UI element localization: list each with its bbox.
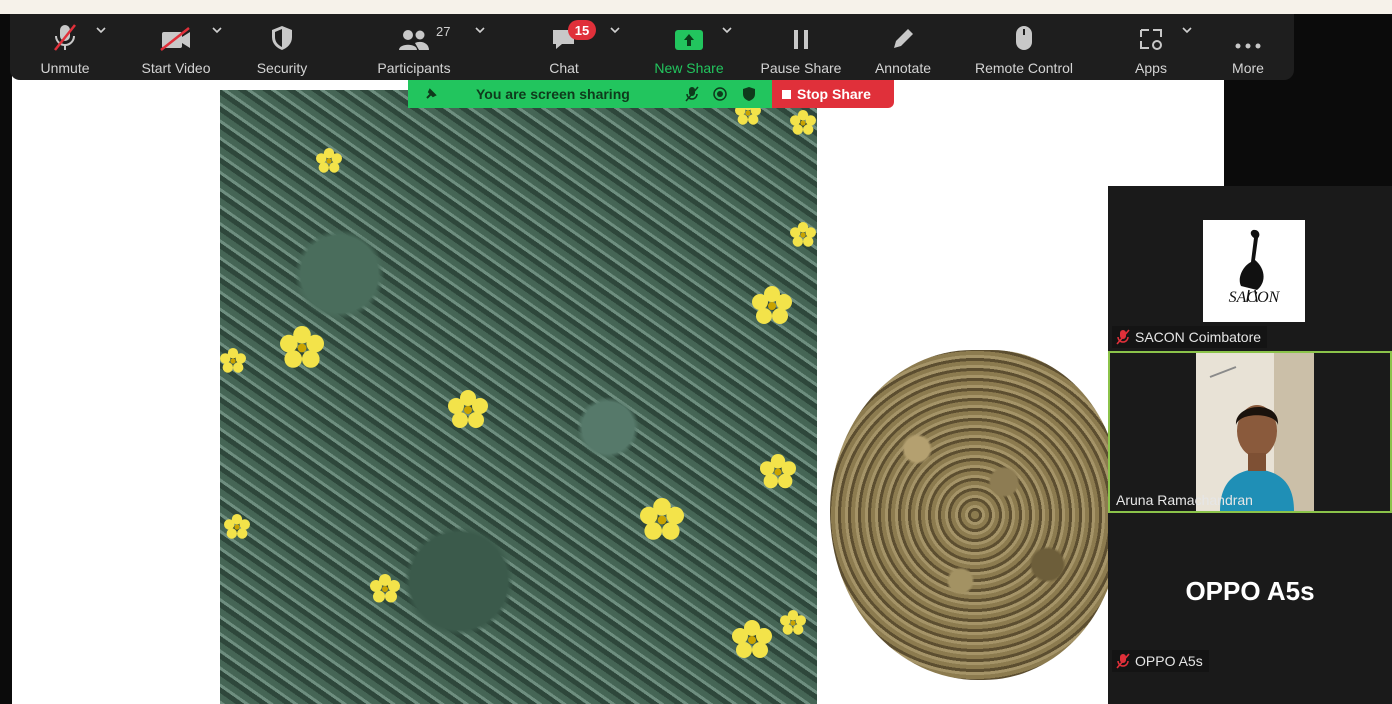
more-label: More (1232, 60, 1264, 76)
participants-count: 27 (436, 24, 451, 39)
participant-video (1196, 353, 1314, 511)
participants-icon (397, 14, 431, 52)
annotate-label: Annotate (874, 60, 932, 76)
muted-microphone-icon (1116, 329, 1130, 345)
meeting-toolbar: Unmute Start Video Security Participants… (10, 14, 1294, 80)
apps-options-chevron-icon[interactable] (1182, 26, 1192, 34)
participant-name: SACON Coimbatore (1135, 329, 1262, 345)
participant-display-name: OPPO A5s (1185, 576, 1315, 606)
flower (790, 110, 816, 136)
flower (790, 222, 816, 248)
muted-microphone-icon (52, 14, 78, 52)
window-top-strip (0, 0, 1392, 14)
apps-label: Apps (1135, 60, 1167, 76)
share-screen-arrow-icon (674, 14, 704, 52)
flower (220, 348, 246, 374)
annotate-button[interactable]: Annotate (868, 14, 938, 80)
left-edge (0, 14, 12, 704)
start-video-label: Start Video (141, 60, 211, 76)
participants-options-chevron-icon[interactable] (475, 26, 485, 34)
record-icon[interactable] (712, 86, 728, 102)
audio-options-chevron-icon[interactable] (96, 26, 106, 34)
video-off-icon (159, 14, 193, 52)
chat-label: Chat (549, 60, 579, 76)
stop-square-icon (782, 89, 791, 99)
flower (280, 326, 324, 370)
screen-sharing-status-text: You are screen sharing (476, 86, 630, 102)
sacon-logo: SACON (1203, 220, 1305, 322)
participant-nameplate: SACON Coimbatore (1112, 326, 1268, 348)
muted-microphone-icon[interactable] (684, 86, 700, 102)
dried-fruit-photo (830, 350, 1120, 680)
new-share-button[interactable]: New Share (646, 14, 732, 80)
security-button[interactable]: Security (246, 14, 318, 80)
share-options-chevron-icon[interactable] (722, 26, 732, 34)
flower (224, 514, 250, 540)
apps-button[interactable]: Apps (1128, 14, 1174, 80)
new-share-label: New Share (654, 60, 724, 76)
remote-control-label: Remote Control (974, 60, 1074, 76)
flower (732, 620, 772, 660)
participant-name: Aruna Ramachandran (1116, 492, 1253, 508)
screen-sharing-status-bar[interactable]: You are screen sharing (408, 80, 772, 108)
flower (316, 148, 342, 174)
chat-unread-badge: 15 (568, 20, 596, 40)
flower (760, 454, 796, 490)
more-dots-icon (1233, 14, 1263, 52)
apps-icon (1138, 14, 1164, 52)
participant-video-panel: SACON SACON Coimbatore Aruna Ramachandra… (1108, 186, 1392, 704)
mouse-icon (1013, 14, 1035, 52)
participant-nameplate: OPPO A5s (1112, 650, 1209, 672)
start-video-button[interactable]: Start Video (134, 14, 218, 80)
muted-microphone-icon (1116, 653, 1130, 669)
stop-share-button[interactable]: Stop Share (772, 80, 894, 108)
participants-label: Participants (377, 60, 451, 76)
pause-share-button[interactable]: Pause Share (756, 14, 846, 80)
flower (370, 574, 400, 604)
pencil-icon (890, 14, 916, 52)
chat-options-chevron-icon[interactable] (610, 26, 620, 34)
remote-control-button[interactable]: Remote Control (966, 14, 1082, 80)
pin-icon (426, 88, 437, 99)
shield-icon[interactable] (742, 86, 756, 102)
flower (640, 498, 684, 542)
flower (752, 286, 792, 326)
video-options-chevron-icon[interactable] (212, 26, 222, 34)
stop-share-label: Stop Share (797, 86, 871, 102)
unmute-label: Unmute (40, 60, 90, 76)
pause-share-label: Pause Share (760, 60, 842, 76)
flower (448, 390, 488, 430)
participant-tile[interactable]: SACON SACON Coimbatore (1108, 186, 1392, 350)
participant-nameplate: Aruna Ramachandran (1112, 489, 1259, 511)
plant-photo (220, 90, 817, 704)
more-button[interactable]: More (1220, 14, 1276, 80)
participant-name: OPPO A5s (1135, 653, 1203, 669)
pause-icon (790, 14, 812, 52)
shield-icon (270, 14, 294, 52)
security-label: Security (256, 60, 308, 76)
sacon-logo-text: SACON (1229, 289, 1281, 306)
unmute-button[interactable]: Unmute (28, 14, 102, 80)
participant-tile-active-speaker[interactable]: Aruna Ramachandran (1108, 351, 1392, 513)
flower (780, 610, 806, 636)
